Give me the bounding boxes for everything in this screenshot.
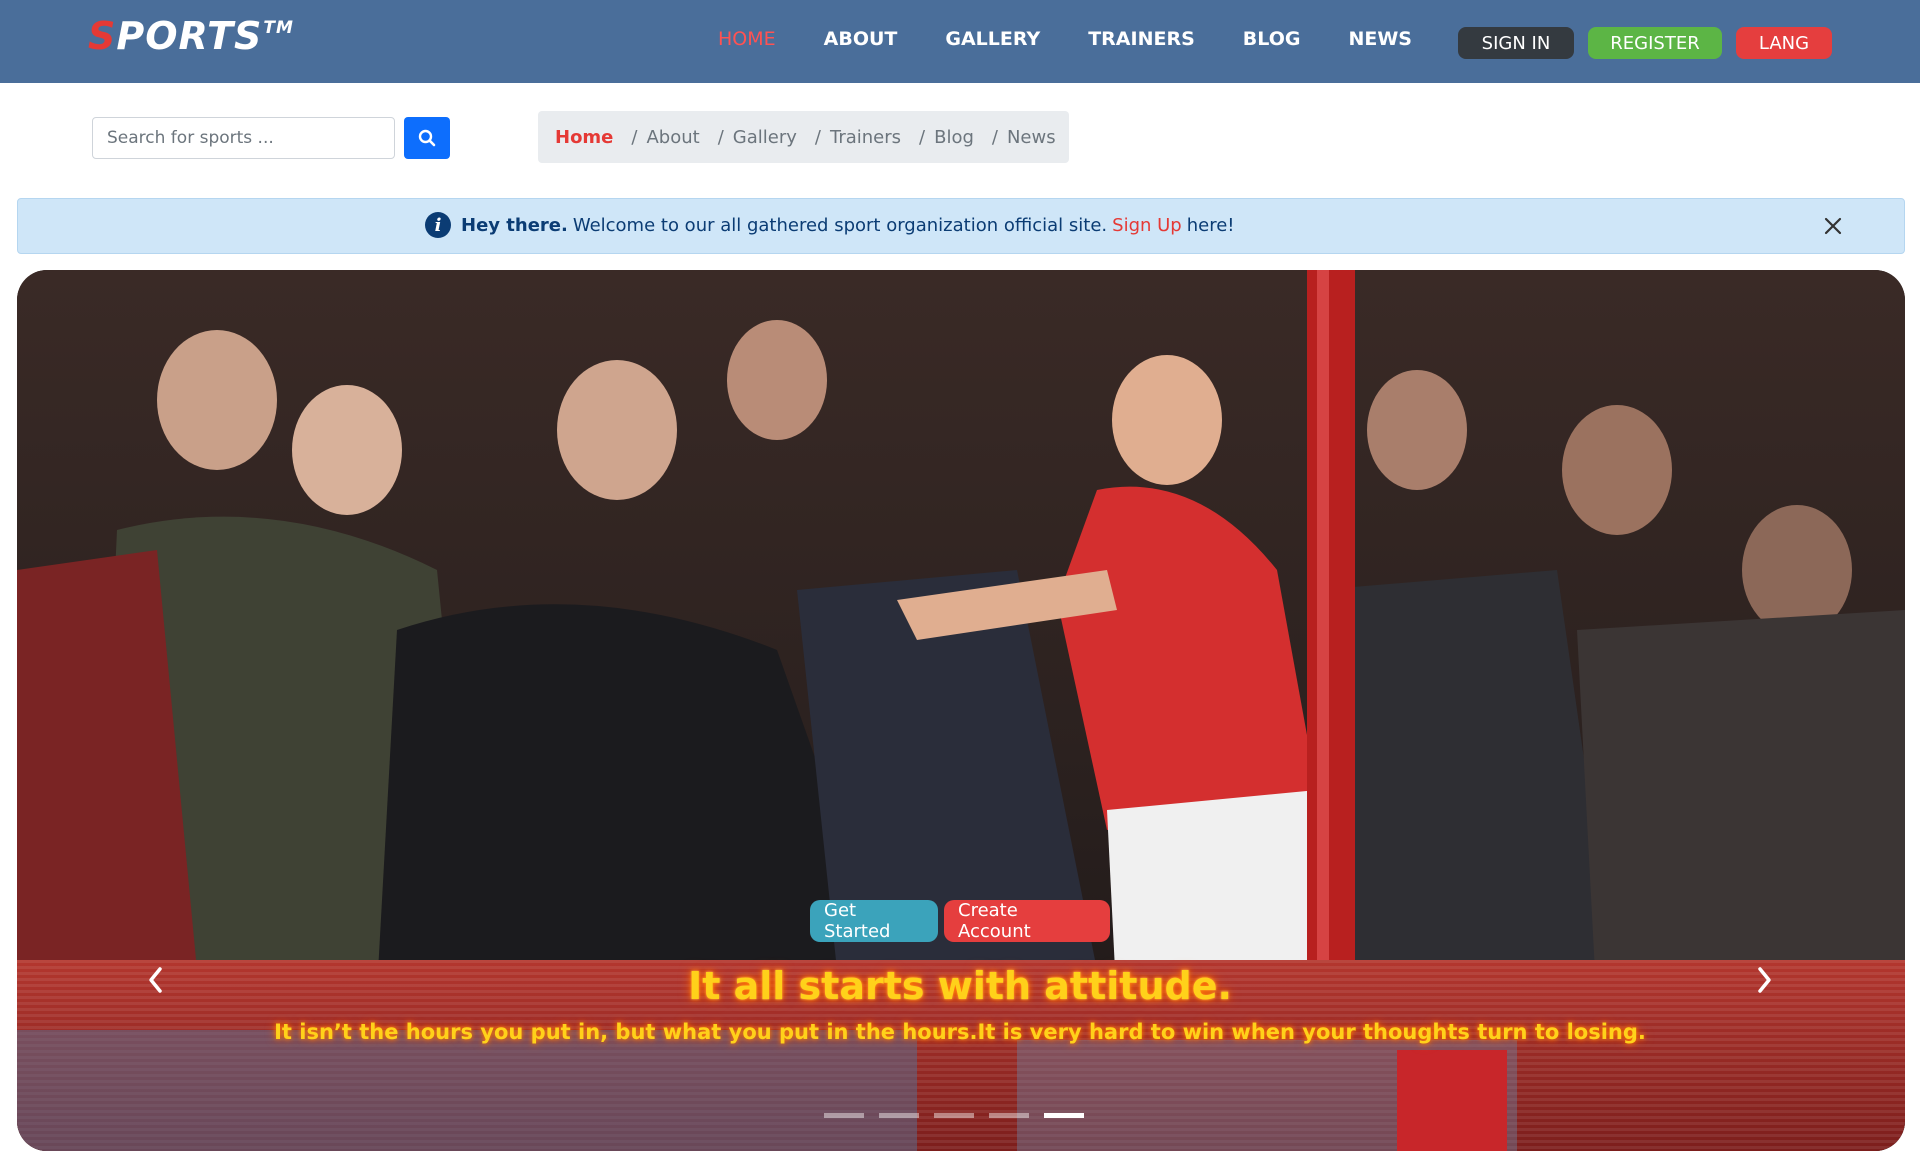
breadcrumb-separator: / — [631, 126, 638, 148]
get-started-button[interactable]: Get Started — [810, 900, 938, 942]
top-navbar: SPORTSTM HOME ABOUT GALLERY TRAINERS BLO… — [0, 0, 1920, 83]
brand-name: PORTS — [116, 14, 263, 58]
info-icon: i — [425, 212, 451, 238]
carousel-indicator[interactable] — [934, 1113, 974, 1118]
breadcrumb-separator: / — [814, 126, 821, 148]
sign-in-button[interactable]: SIGN IN — [1458, 27, 1574, 59]
breadcrumb-trainers[interactable]: Trainers — [830, 127, 901, 148]
brand-trademark: TM — [263, 18, 294, 38]
alert-text: Welcome to our all gathered sport organi… — [572, 214, 1108, 236]
alert-greeting: Hey there. — [461, 214, 568, 236]
nav-link-news[interactable]: NEWS — [1348, 28, 1412, 50]
nav-link-blog[interactable]: BLOG — [1243, 28, 1301, 50]
welcome-alert: i Hey there. Welcome to our all gathered… — [17, 198, 1905, 254]
carousel-indicator[interactable] — [879, 1113, 919, 1118]
carousel-indicator[interactable] — [824, 1113, 864, 1118]
breadcrumb: Home / About / Gallery / Trainers / Blog… — [538, 111, 1069, 163]
language-button[interactable]: LANG — [1736, 27, 1832, 59]
breadcrumb-about[interactable]: About — [646, 127, 699, 148]
alert-tail: here! — [1186, 214, 1235, 236]
breadcrumb-separator: / — [919, 126, 926, 148]
carousel-indicators — [824, 1113, 1084, 1118]
breadcrumb-gallery[interactable]: Gallery — [733, 127, 797, 148]
search-icon — [418, 129, 436, 147]
carousel-indicator[interactable] — [989, 1113, 1029, 1118]
alert-sign-up-link[interactable]: Sign Up — [1112, 215, 1182, 236]
nav-link-trainers[interactable]: TRAINERS — [1088, 28, 1195, 50]
nav-links: HOME ABOUT GALLERY TRAINERS BLOG NEWS — [718, 28, 1460, 50]
hero-buttons: Get Started Create Account — [810, 900, 1110, 942]
nav-link-about[interactable]: ABOUT — [824, 28, 898, 50]
carousel-indicator-active[interactable] — [1044, 1113, 1084, 1118]
hero-carousel — [17, 270, 1905, 1151]
breadcrumb-news[interactable]: News — [1007, 127, 1056, 148]
breadcrumb-home[interactable]: Home — [555, 127, 613, 148]
search-button[interactable] — [404, 117, 450, 159]
alert-message: i Hey there. Welcome to our all gathered… — [425, 212, 1235, 238]
brand-first-letter: S — [88, 14, 117, 58]
nav-link-home[interactable]: HOME — [718, 28, 776, 50]
create-account-button[interactable]: Create Account — [944, 900, 1110, 942]
nav-link-gallery[interactable]: GALLERY — [945, 28, 1040, 50]
hero-photo — [17, 270, 1905, 1151]
hero-title: It all starts with attitude. — [688, 964, 1232, 1008]
search-input[interactable] — [92, 117, 395, 159]
hero-subtitle: It isn’t the hours you put in, but what … — [274, 1020, 1646, 1044]
brand-logo[interactable]: SPORTSTM — [88, 14, 294, 58]
breadcrumb-blog[interactable]: Blog — [934, 127, 974, 148]
breadcrumb-separator: / — [991, 126, 998, 148]
close-icon[interactable] — [1820, 213, 1846, 239]
breadcrumb-separator: / — [717, 126, 724, 148]
register-button[interactable]: REGISTER — [1588, 27, 1722, 59]
